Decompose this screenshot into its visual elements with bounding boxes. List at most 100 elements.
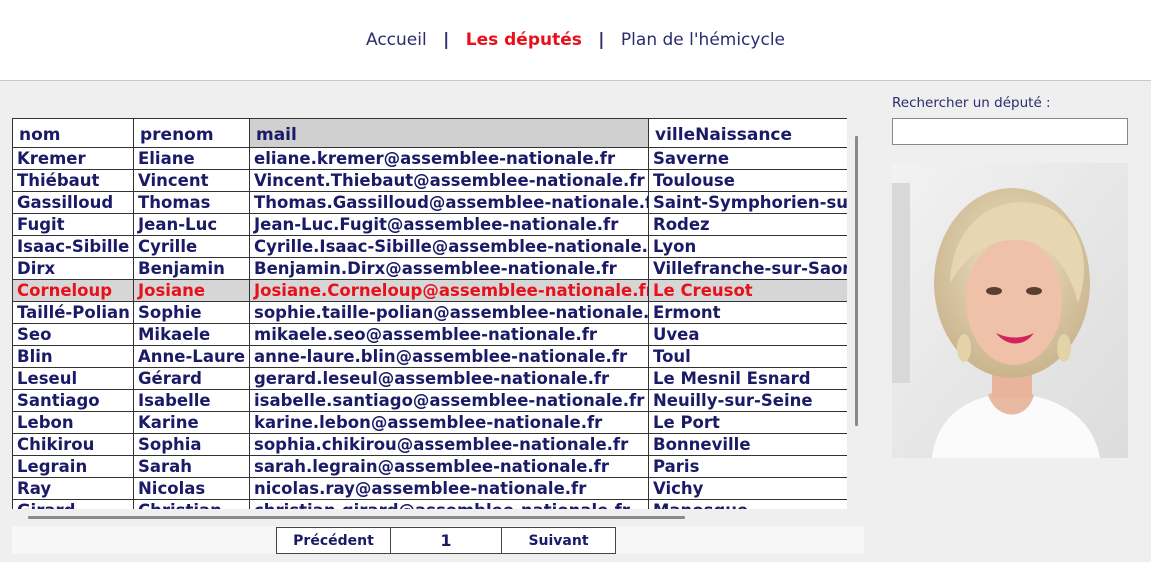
table-row[interactable]: Isaac-Sibille Cyrille Cyrille.Isaac-Sibill…: [12, 235, 847, 258]
table-row[interactable]: Chikirou Sophia sophia.chikirou@assemblee-…: [12, 433, 847, 456]
cell-prenom: Anne-Laure: [133, 345, 250, 368]
cell-mail: sophia.chikirou@assemblee-nationale.fr: [249, 433, 649, 456]
cell-mail: isabelle.santiago@assemblee-nationale.fr: [249, 389, 649, 412]
cell-nom: Legrain: [12, 455, 134, 478]
table-row[interactable]: Lebon Karine karine.lebon@assemblee-nation…: [12, 411, 847, 434]
cell-prenom: Cyrille: [133, 235, 250, 258]
vertical-scrollbar[interactable]: [855, 136, 858, 426]
cell-ville-naissance: Le Creusot: [648, 279, 847, 302]
table-row[interactable]: Fugit Jean-Luc Jean-Luc.Fugit@assemblee-na…: [12, 213, 847, 236]
cell-nom: Corneloup: [12, 279, 134, 302]
cell-ville-naissance: Manosque: [648, 499, 847, 509]
cell-nom: Girard: [12, 499, 134, 509]
table-body: Kremer Eliane eliane.kremer@assemblee-nati…: [12, 147, 847, 509]
search-deputy-input[interactable]: [892, 118, 1128, 145]
cell-prenom: Sophie: [133, 301, 250, 324]
cell-ville-naissance: Toulouse: [648, 169, 847, 192]
cell-ville-naissance: Ermont: [648, 301, 847, 324]
cell-mail: gerard.leseul@assemblee-nationale.fr: [249, 367, 649, 390]
cell-ville-naissance: Villefranche-sur-Saon: [648, 257, 847, 280]
cell-prenom: Mikaele: [133, 323, 250, 346]
cell-prenom: Gérard: [133, 367, 250, 390]
cell-ville-naissance: Vichy: [648, 477, 847, 500]
main-nav: Accueil | Les députés | Plan de l'hémicy…: [0, 30, 1151, 50]
cell-ville-naissance: Paris: [648, 455, 847, 478]
cell-nom: Gassilloud: [12, 191, 134, 214]
table-row[interactable]: Taillé-Polian Sophie sophie.taille-polian@…: [12, 301, 847, 324]
deputies-table-container[interactable]: nom prenom mail villeNaissance Kremer Eli…: [12, 118, 847, 509]
table-row[interactable]: Kremer Eliane eliane.kremer@assemblee-nati…: [12, 147, 847, 170]
cell-prenom: Nicolas: [133, 477, 250, 500]
cell-mail: Thomas.Gassilloud@assemblee-nationale.fr: [249, 191, 649, 214]
cell-nom: Taillé-Polian: [12, 301, 134, 324]
cell-nom: Blin: [12, 345, 134, 368]
cell-mail: Josiane.Corneloup@assemblee-nationale.fr: [249, 279, 649, 302]
cell-mail: Cyrille.Isaac-Sibille@assemblee-national…: [249, 235, 649, 258]
cell-ville-naissance: Bonneville: [648, 433, 847, 456]
cell-prenom: Isabelle: [133, 389, 250, 412]
cell-prenom: Benjamin: [133, 257, 250, 280]
nav-separator: |: [598, 30, 605, 50]
cell-prenom: Karine: [133, 411, 250, 434]
cell-mail: sophie.taille-polian@assemblee-nationale…: [249, 301, 649, 324]
table-row[interactable]: Santiago Isabelle isabelle.santiago@assemb…: [12, 389, 847, 412]
table-row[interactable]: Ray Nicolas nicolas.ray@assemblee-national…: [12, 477, 847, 500]
table-row[interactable]: Blin Anne-Laure anne-laure.blin@assemblee-…: [12, 345, 847, 368]
cell-nom: Seo: [12, 323, 134, 346]
column-header-ville-naissance[interactable]: villeNaissance: [648, 118, 847, 148]
cell-prenom: Vincent: [133, 169, 250, 192]
column-header-nom[interactable]: nom: [12, 118, 134, 148]
cell-mail: anne-laure.blin@assemblee-nationale.fr: [249, 345, 649, 368]
cell-prenom: Eliane: [133, 147, 250, 170]
table-row[interactable]: Leseul Gérard gerard.leseul@assemblee-nati…: [12, 367, 847, 390]
cell-mail: mikaele.seo@assemblee-nationale.fr: [249, 323, 649, 346]
nav-link-hemicycle[interactable]: Plan de l'hémicycle: [621, 30, 785, 50]
table-header-row: nom prenom mail villeNaissance: [12, 118, 847, 148]
cell-prenom: Sophia: [133, 433, 250, 456]
cell-ville-naissance: Neuilly-sur-Seine: [648, 389, 847, 412]
table-row[interactable]: Corneloup Josiane Josiane.Corneloup@assemb…: [12, 279, 847, 302]
cell-mail: sarah.legrain@assemblee-nationale.fr: [249, 455, 649, 478]
cell-ville-naissance: Le Mesnil Esnard: [648, 367, 847, 390]
cell-nom: Fugit: [12, 213, 134, 236]
next-page-button[interactable]: Suivant: [502, 528, 615, 553]
previous-page-button[interactable]: Précédent: [277, 528, 391, 553]
cell-nom: Chikirou: [12, 433, 134, 456]
nav-link-deputes[interactable]: Les députés: [466, 30, 582, 50]
cell-nom: Leseul: [12, 367, 134, 390]
cell-mail: nicolas.ray@assemblee-nationale.fr: [249, 477, 649, 500]
cell-ville-naissance: Toul: [648, 345, 847, 368]
table-row[interactable]: Gassilloud Thomas Thomas.Gassilloud@assemb…: [12, 191, 847, 214]
horizontal-scrollbar[interactable]: [28, 516, 685, 519]
nav-link-accueil[interactable]: Accueil: [366, 30, 427, 50]
cell-nom: Lebon: [12, 411, 134, 434]
search-label: Rechercher un député :: [892, 95, 1051, 111]
cell-mail: eliane.kremer@assemblee-nationale.fr: [249, 147, 649, 170]
cell-prenom: Josiane: [133, 279, 250, 302]
cell-mail: christian.girard@assemblee-nationale.fr: [249, 499, 649, 509]
cell-prenom: Christian: [133, 499, 250, 509]
cell-nom: Thiébaut: [12, 169, 134, 192]
deputy-portrait-image: [892, 163, 1128, 458]
table-row[interactable]: GirardChristianchristian.girard@assemble…: [12, 499, 847, 509]
cell-ville-naissance: Uvea: [648, 323, 847, 346]
table-row[interactable]: Dirx Benjamin Benjamin.Dirx@assemblee-nati…: [12, 257, 847, 280]
cell-prenom: Sarah: [133, 455, 250, 478]
cell-nom: Isaac-Sibille: [12, 235, 134, 258]
cell-nom: Santiago: [12, 389, 134, 412]
table-row[interactable]: Thiébaut Vincent Vincent.Thiebaut@assemble…: [12, 169, 847, 192]
current-page-number: 1: [391, 528, 502, 553]
cell-nom: Ray: [12, 477, 134, 500]
column-header-mail[interactable]: mail: [249, 118, 649, 148]
table-row[interactable]: Seo Mikaele mikaele.seo@assemblee-national…: [12, 323, 847, 346]
column-header-prenom[interactable]: prenom: [133, 118, 250, 148]
table-row[interactable]: Legrain Sarah sarah.legrain@assemblee-nati…: [12, 455, 847, 478]
cell-prenom: Thomas: [133, 191, 250, 214]
deputies-table: nom prenom mail villeNaissance Kremer Eli…: [12, 118, 847, 509]
cell-nom: Dirx: [12, 257, 134, 280]
cell-ville-naissance: Le Port: [648, 411, 847, 434]
cell-ville-naissance: Rodez: [648, 213, 847, 236]
cell-mail: Vincent.Thiebaut@assemblee-nationale.fr: [249, 169, 649, 192]
cell-nom: Kremer: [12, 147, 134, 170]
pagination: Précédent 1 Suivant: [276, 527, 616, 554]
